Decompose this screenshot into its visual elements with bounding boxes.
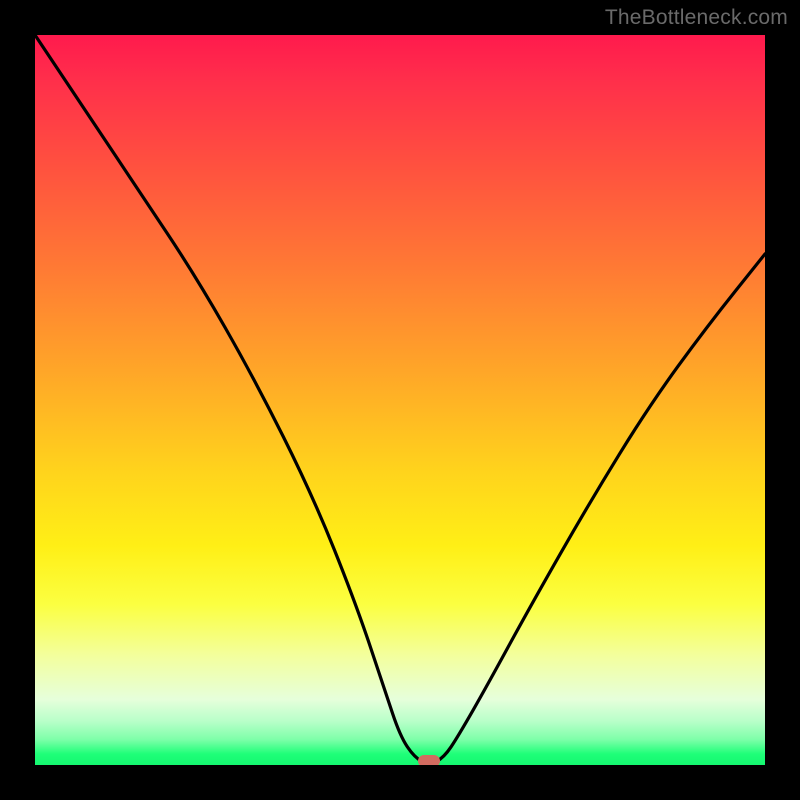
- bottleneck-curve: [35, 35, 765, 763]
- chart-frame: TheBottleneck.com: [0, 0, 800, 800]
- watermark-text: TheBottleneck.com: [605, 6, 788, 30]
- optimal-marker: [418, 755, 440, 765]
- plot-area: [35, 35, 765, 765]
- curve-svg: [35, 35, 765, 765]
